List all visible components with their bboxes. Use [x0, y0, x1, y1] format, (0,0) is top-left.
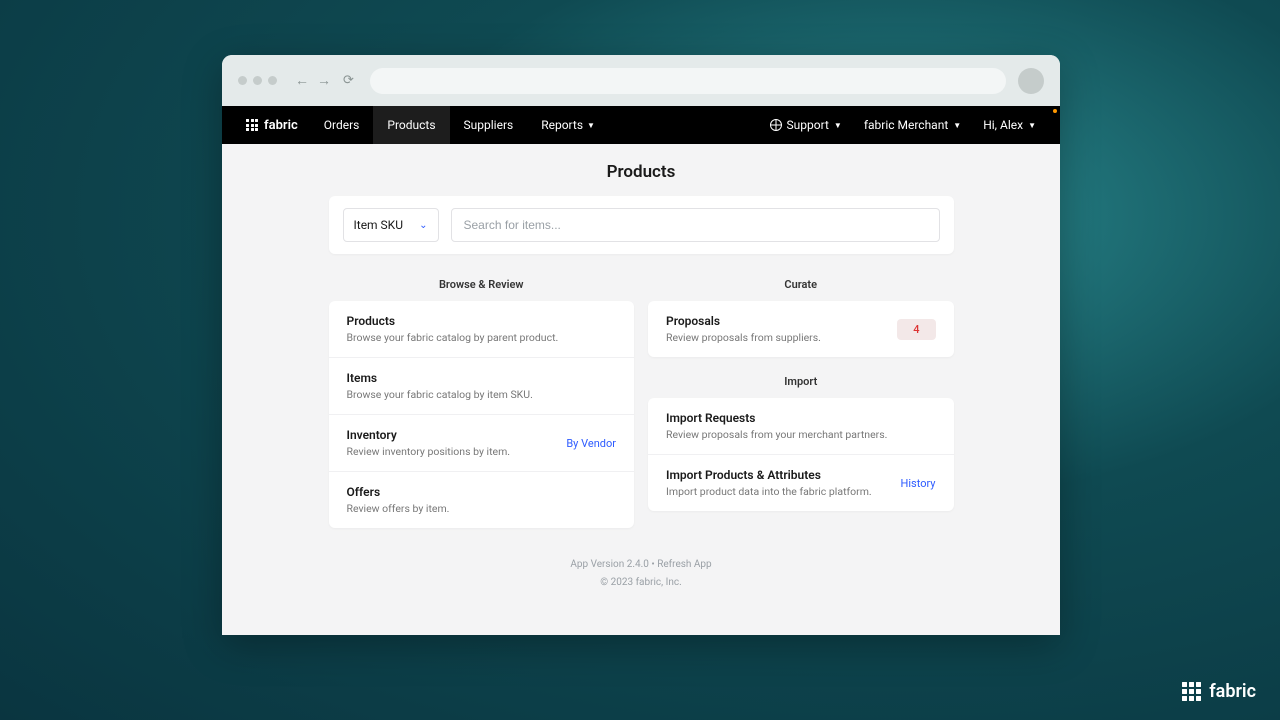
nav-reports[interactable]: Reports▼	[527, 106, 609, 144]
nav-orders[interactable]: Orders	[310, 106, 374, 144]
card-desc: Browse your fabric catalog by item SKU.	[347, 388, 533, 401]
card-desc: Review proposals from suppliers.	[666, 331, 821, 344]
chevron-down-icon: ▼	[953, 121, 961, 130]
watermark: fabric	[1182, 681, 1256, 702]
card-desc: Review proposals from your merchant part…	[666, 428, 887, 441]
card-title: Import Requests	[666, 411, 887, 425]
card-inventory[interactable]: Inventory Review inventory positions by …	[329, 415, 635, 472]
page-title: Products	[222, 144, 1060, 196]
card-import-requests[interactable]: Import Requests Review proposals from yo…	[648, 398, 954, 455]
proposals-badge: 4	[897, 319, 935, 340]
merchant-menu[interactable]: fabric Merchant ▼	[864, 118, 961, 132]
card-desc: Review offers by item.	[347, 502, 450, 515]
top-nav: fabric Orders Products Suppliers Reports…	[222, 106, 1060, 144]
brand-logo[interactable]: fabric	[246, 118, 298, 133]
forward-icon[interactable]: →	[317, 72, 331, 89]
search-input[interactable]	[451, 208, 940, 242]
section-title-curate: Curate	[648, 272, 954, 301]
browser-chrome: ← → ⟳	[222, 55, 1060, 106]
card-title: Items	[347, 371, 533, 385]
user-menu[interactable]: Hi, Alex ▼	[983, 118, 1036, 132]
card-title: Offers	[347, 485, 450, 499]
notification-dot	[1053, 109, 1057, 113]
minimize-dot[interactable]	[253, 76, 262, 85]
chevron-down-icon: ▼	[587, 121, 595, 130]
card-items[interactable]: Items Browse your fabric catalog by item…	[329, 358, 635, 415]
browse-column: Browse & Review Products Browse your fab…	[329, 272, 635, 528]
grid-icon	[1182, 682, 1201, 701]
page-content: Products Item SKU ⌄ Browse & Review Prod…	[222, 144, 1060, 635]
close-dot[interactable]	[238, 76, 247, 85]
card-offers[interactable]: Offers Review offers by item.	[329, 472, 635, 528]
section-title-browse: Browse & Review	[329, 272, 635, 301]
select-label: Item SKU	[354, 218, 404, 232]
globe-icon	[770, 119, 782, 131]
chevron-down-icon: ⌄	[419, 220, 427, 231]
by-vendor-link[interactable]: By Vendor	[566, 437, 616, 450]
grid-icon	[246, 119, 258, 131]
card-proposals[interactable]: Proposals Review proposals from supplier…	[648, 301, 954, 357]
nav-suppliers[interactable]: Suppliers	[450, 106, 528, 144]
card-title: Products	[347, 314, 559, 328]
search-panel: Item SKU ⌄	[329, 196, 954, 254]
card-title: Inventory	[347, 428, 511, 442]
browser-window: ← → ⟳ fabric Orders Products Suppliers R…	[222, 55, 1060, 635]
support-menu[interactable]: Support ▼	[770, 118, 842, 132]
section-title-import: Import	[648, 369, 954, 398]
window-controls[interactable]	[238, 76, 277, 85]
maximize-dot[interactable]	[268, 76, 277, 85]
brand-text: fabric	[264, 118, 298, 133]
back-icon[interactable]: ←	[295, 72, 309, 89]
chevron-down-icon: ▼	[1028, 121, 1036, 130]
card-products[interactable]: Products Browse your fabric catalog by p…	[329, 301, 635, 358]
curate-list: Proposals Review proposals from supplier…	[648, 301, 954, 357]
card-title: Import Products & Attributes	[666, 468, 872, 482]
card-desc: Browse your fabric catalog by parent pro…	[347, 331, 559, 344]
card-desc: Review inventory positions by item.	[347, 445, 511, 458]
url-bar[interactable]	[370, 68, 1006, 94]
footer: App Version 2.4.0 • Refresh App © 2023 f…	[222, 528, 1060, 592]
curate-import-column: Curate Proposals Review proposals from s…	[648, 272, 954, 528]
reload-icon[interactable]: ⟳	[343, 73, 354, 88]
app-version: App Version 2.4.0	[570, 559, 649, 570]
card-import-products[interactable]: Import Products & Attributes Import prod…	[648, 455, 954, 511]
chevron-down-icon: ▼	[834, 121, 842, 130]
card-title: Proposals	[666, 314, 821, 328]
history-link[interactable]: History	[901, 477, 936, 490]
refresh-app-link[interactable]: Refresh App	[657, 559, 711, 570]
browse-list: Products Browse your fabric catalog by p…	[329, 301, 635, 528]
search-type-select[interactable]: Item SKU ⌄	[343, 208, 439, 242]
copyright: © 2023 fabric, Inc.	[222, 574, 1060, 592]
nav-products[interactable]: Products	[373, 106, 449, 144]
card-desc: Import product data into the fabric plat…	[666, 485, 872, 498]
watermark-text: fabric	[1209, 681, 1256, 702]
import-list: Import Requests Review proposals from yo…	[648, 398, 954, 511]
profile-avatar[interactable]	[1018, 68, 1044, 94]
